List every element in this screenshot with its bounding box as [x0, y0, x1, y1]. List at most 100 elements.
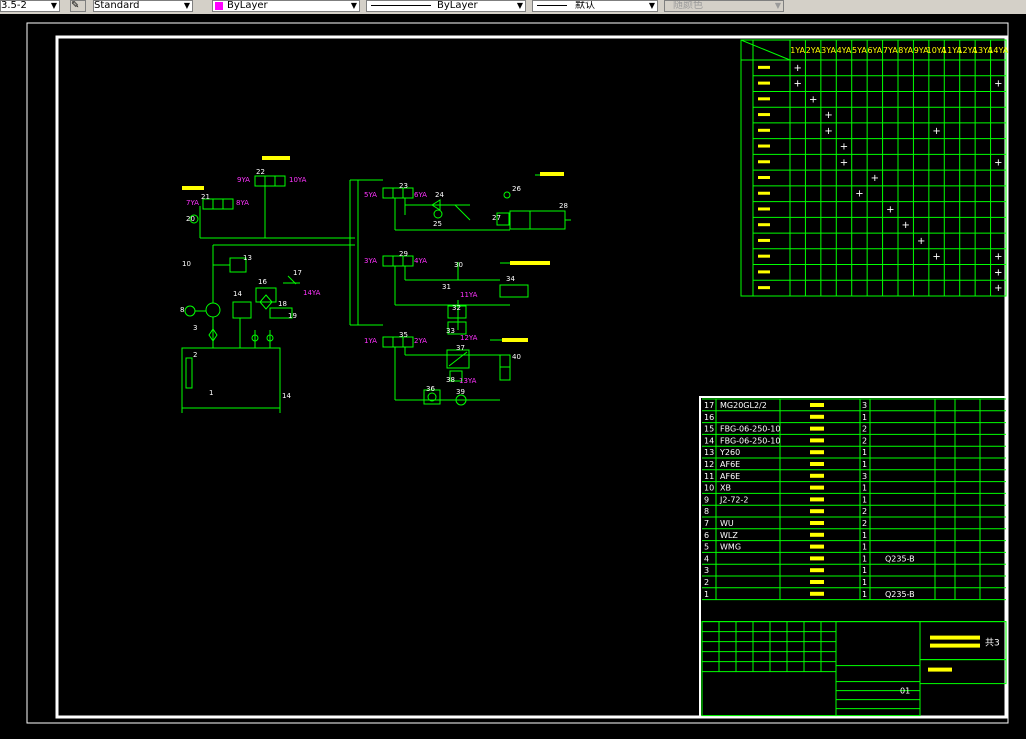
solenoid-header: 2YA: [806, 46, 821, 55]
bom-qty: 3: [862, 401, 867, 410]
component-number: 38: [446, 376, 455, 384]
bom-no: 2: [704, 578, 709, 587]
bom-table: 17 MG20GL2/2 316 115 FBG-06-250-10 214 FBG-06-…: [699, 396, 1007, 718]
lineweight-select[interactable]: 默认 ▼: [532, 0, 658, 12]
bom-qty: 2: [862, 425, 867, 434]
component-number: 14: [282, 392, 291, 400]
solenoid-label: 5YA: [364, 191, 377, 199]
solenoid-header: 3YA: [821, 46, 836, 55]
solenoid-header: 4YA: [837, 46, 852, 55]
solenoid-mark: +: [794, 79, 802, 90]
component-number: 16: [258, 278, 267, 286]
bom-qty: 1: [862, 448, 867, 457]
drawing-no: 01: [900, 687, 910, 696]
component-number: 34: [506, 275, 515, 283]
solenoid-label: 6YA: [414, 191, 427, 199]
bom-no: 14: [704, 436, 714, 445]
solenoid-label: 2YA: [414, 337, 427, 345]
component-number: 13: [243, 254, 252, 262]
solenoid-mark: +: [902, 220, 910, 231]
solenoid-mark: +: [824, 126, 832, 137]
component-number: 25: [433, 220, 442, 228]
bom-qty: 2: [862, 519, 867, 528]
bom-qty: 1: [862, 531, 867, 540]
component-number: 28: [559, 202, 568, 210]
dimstyle-value: 3.5-2: [1, 0, 27, 11]
bom-no: 11: [704, 472, 714, 481]
bom-no: 7: [704, 519, 709, 528]
solenoid-mark: +: [886, 204, 894, 215]
component-number: 22: [256, 168, 265, 176]
solenoid-label: 12YA: [460, 334, 478, 342]
component-number: 18: [278, 300, 287, 308]
component-number: 19: [288, 312, 297, 320]
solenoid-mark: +: [932, 252, 940, 263]
solenoid-mark: +: [994, 157, 1002, 168]
textstyle-select[interactable]: Standard ▼: [93, 0, 193, 12]
outer-frame: [26, 22, 1009, 724]
solenoid-label: 8YA: [236, 199, 249, 207]
component-number: 29: [399, 250, 408, 258]
chevron-down-icon: ▼: [50, 1, 57, 10]
solenoid-label: 3YA: [364, 257, 377, 265]
bom-no: 10: [704, 484, 714, 493]
component-number: 23: [399, 182, 408, 190]
color-value: ByLayer: [227, 0, 268, 11]
textstyle-value: Standard: [94, 0, 140, 11]
bom-no: 1: [704, 590, 709, 599]
drawing-canvas[interactable]: 1YA 2YA 3YA 4YA 5YA 6YA 7YA 8YA 9YA 10YA 11YA 12YA 1…: [0, 14, 1026, 735]
bom-qty: 1: [862, 590, 867, 599]
solenoid-header: 1YA: [790, 46, 805, 55]
bom-model: XB: [720, 484, 731, 493]
textstyle-icon[interactable]: ✎: [70, 0, 86, 12]
bom-qty: 1: [862, 460, 867, 469]
solenoid-label: 13YA: [459, 377, 477, 385]
dimstyle-select[interactable]: 3.5-2 ▼: [0, 0, 60, 12]
chevron-down-icon: ▼: [183, 1, 190, 10]
component-number: 39: [456, 388, 465, 396]
bom-material: Q235-B: [885, 554, 915, 563]
component-number: 37: [456, 344, 465, 352]
lineweight-preview-icon: [537, 5, 567, 6]
solenoid-mark: +: [994, 79, 1002, 90]
bom-model: WLZ: [720, 531, 738, 540]
component-number: 40: [512, 353, 521, 361]
component-number: 10: [182, 260, 191, 268]
component-number: 36: [426, 385, 435, 393]
component-number: 17: [293, 269, 302, 277]
linetype-select[interactable]: ByLayer ▼: [366, 0, 526, 12]
solenoid-label: 4YA: [414, 257, 427, 265]
bom-qty: 1: [862, 566, 867, 575]
solenoid-header: 8YA: [898, 46, 913, 55]
linetype-preview-icon: [371, 5, 431, 6]
lineweight-value: 默认: [575, 0, 595, 11]
bom-no: 9: [704, 495, 709, 504]
properties-toolbar: 3.5-2 ▼ ✎ Standard ▼ ByLayer ▼ ByLayer ▼ 默认 ▼…: [0, 0, 1026, 15]
solenoid-mark: +: [794, 63, 802, 74]
bom-no: 16: [704, 413, 714, 422]
pump: [205, 302, 221, 318]
bom-no: 12: [704, 460, 714, 469]
bom-model: Y260: [719, 448, 740, 457]
motor: [184, 305, 196, 317]
solenoid-mark: +: [917, 236, 925, 247]
color-select[interactable]: ByLayer ▼: [212, 0, 360, 12]
bom-model: AF6E: [720, 472, 740, 481]
bom-no: 4: [704, 554, 709, 563]
solenoid-header: 7YA: [883, 46, 898, 55]
solenoid-header: 14YA: [988, 46, 1008, 55]
bom-no: 13: [704, 448, 714, 457]
drawing-svg: 1YA 2YA 3YA 4YA 5YA 6YA 7YA 8YA 9YA10YA11YA12YA1…: [26, 22, 1009, 724]
solenoid-mark: +: [994, 283, 1002, 294]
bom-qty: 1: [862, 413, 867, 422]
bom-no: 15: [704, 425, 714, 434]
sheet-count: 共3: [985, 638, 1000, 649]
bom-no: 8: [704, 507, 709, 516]
solenoid-table: 1YA 2YA 3YA 4YA 5YA 6YA 7YA 8YA 9YA10YA11YA12YA1…: [740, 39, 1009, 297]
linetype-value: ByLayer: [437, 0, 478, 11]
component-number: 3: [193, 324, 197, 332]
bom-model: WMG: [720, 543, 741, 552]
component-number: 8: [180, 306, 184, 314]
chevron-down-icon: ▼: [774, 1, 781, 10]
plotstyle-value: 随颜色: [673, 0, 703, 11]
